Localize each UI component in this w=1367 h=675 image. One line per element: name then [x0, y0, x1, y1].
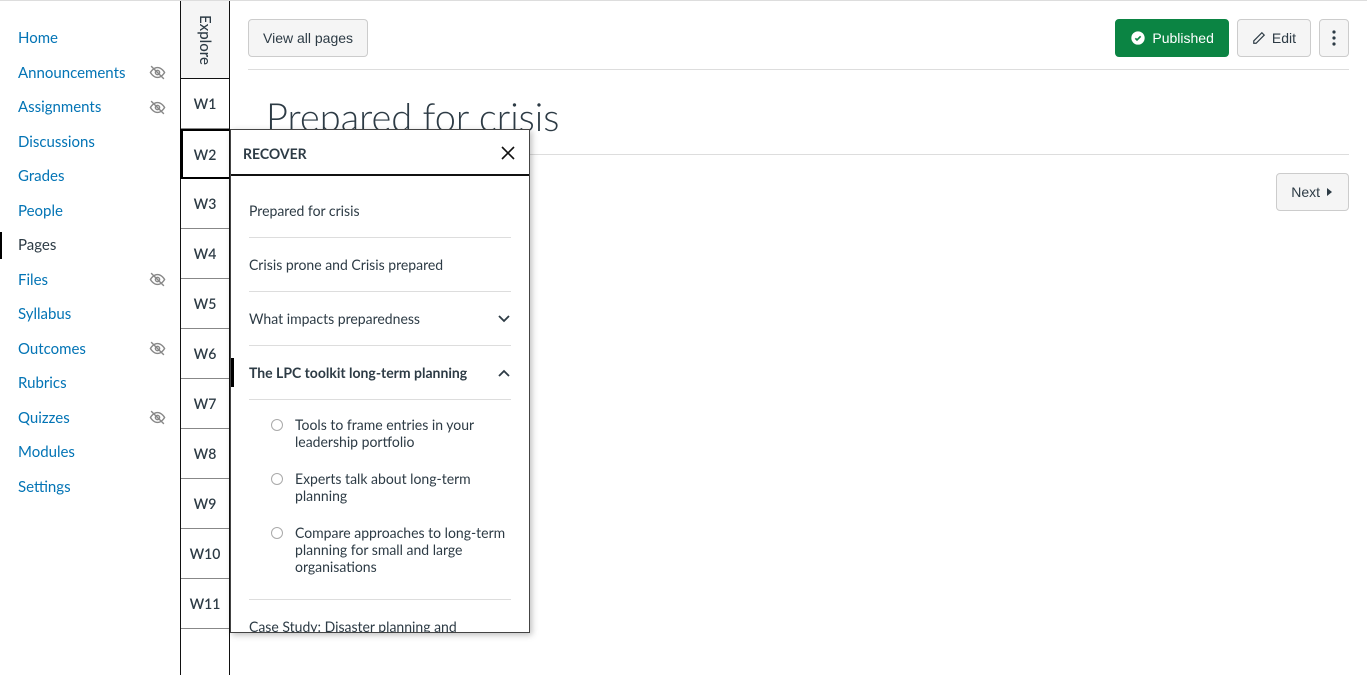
edit-button[interactable]: Edit: [1237, 19, 1311, 57]
radio-icon: [271, 419, 283, 431]
nav-discussions[interactable]: Discussions: [18, 125, 166, 160]
radio-icon: [271, 527, 283, 539]
nav-home[interactable]: Home: [18, 21, 166, 56]
next-label: Next: [1291, 184, 1320, 200]
week-w5[interactable]: W5: [181, 279, 229, 329]
close-icon: [501, 146, 515, 160]
nav-quizzes[interactable]: Quizzes: [18, 401, 149, 436]
dropdown-sub-tools[interactable]: Tools to frame entries in your leadershi…: [271, 406, 511, 460]
hidden-icon: [149, 64, 166, 81]
nav-pages[interactable]: Pages: [18, 228, 166, 263]
dropdown-header: RECOVER: [231, 130, 529, 176]
edit-label: Edit: [1272, 30, 1296, 46]
dropdown-item-label: What impacts preparedness: [249, 310, 420, 327]
dropdown-sub-compare[interactable]: Compare approaches to long-term planning…: [271, 514, 511, 585]
week-w11[interactable]: W11: [181, 579, 229, 629]
dropdown-sub-label: Experts talk about long-term planning: [295, 470, 511, 504]
chevron-right-icon: [1326, 187, 1334, 197]
radio-icon: [271, 473, 283, 485]
dropdown-sub-label: Compare approaches to long-term planning…: [295, 524, 511, 575]
week-w3[interactable]: W3: [181, 179, 229, 229]
week-w9[interactable]: W9: [181, 479, 229, 529]
dropdown-sub-label: Tools to frame entries in your leadershi…: [295, 416, 511, 450]
view-all-pages-button[interactable]: View all pages: [248, 19, 368, 57]
chevron-down-icon: [497, 312, 511, 326]
week-w4[interactable]: W4: [181, 229, 229, 279]
nav-grades[interactable]: Grades: [18, 159, 166, 194]
check-circle-icon: [1130, 30, 1146, 46]
nav-rubrics[interactable]: Rubrics: [18, 366, 166, 401]
hidden-icon: [149, 409, 166, 426]
week-w8[interactable]: W8: [181, 429, 229, 479]
next-button[interactable]: Next: [1276, 173, 1349, 211]
week-w1[interactable]: W1: [181, 79, 229, 129]
nav-people[interactable]: People: [18, 194, 166, 229]
chevron-up-icon: [497, 366, 511, 380]
dropdown-item-label: Prepared for crisis: [249, 202, 360, 219]
week-w2[interactable]: W2: [181, 129, 229, 179]
dropdown-item-label: Crisis prone and Crisis prepared: [249, 256, 443, 273]
module-dropdown-panel: RECOVER Prepared for crisis Crisis prone…: [230, 129, 530, 633]
nav-files[interactable]: Files: [18, 263, 149, 298]
week-w6[interactable]: W6: [181, 329, 229, 379]
dropdown-sub-experts[interactable]: Experts talk about long-term planning: [271, 460, 511, 514]
more-options-button[interactable]: [1319, 19, 1349, 57]
week-w10[interactable]: W10: [181, 529, 229, 579]
hidden-icon: [149, 340, 166, 357]
nav-syllabus[interactable]: Syllabus: [18, 297, 166, 332]
dropdown-item-impacts[interactable]: What impacts preparedness: [249, 292, 511, 346]
toolbar: View all pages Published Edit: [248, 19, 1349, 70]
pencil-icon: [1252, 31, 1266, 45]
week-w7[interactable]: W7: [181, 379, 229, 429]
weeks-rail: Explore W1 W2 W3 W4 W5 W6 W7 W8 W9 W10 W…: [180, 1, 230, 675]
kebab-icon: [1332, 30, 1336, 46]
close-button[interactable]: [499, 144, 517, 162]
course-nav: Home Announcements Assignments Discussio…: [0, 1, 180, 675]
hidden-icon: [149, 99, 166, 116]
nav-modules[interactable]: Modules: [18, 435, 166, 470]
nav-settings[interactable]: Settings: [18, 470, 166, 505]
published-button[interactable]: Published: [1115, 19, 1229, 57]
dropdown-item-lpc-toolkit[interactable]: The LPC toolkit long-term planning: [249, 346, 511, 400]
dropdown-item-case-study[interactable]: Case Study: Disaster planning and: [249, 600, 511, 632]
dropdown-title: RECOVER: [243, 145, 307, 162]
dropdown-item-label: Case Study: Disaster planning and: [249, 618, 457, 632]
nav-assignments[interactable]: Assignments: [18, 90, 149, 125]
dropdown-body: Prepared for crisis Crisis prone and Cri…: [231, 176, 529, 632]
weeks-explore-button[interactable]: Explore: [181, 1, 229, 79]
hidden-icon: [149, 271, 166, 288]
dropdown-item-prepared[interactable]: Prepared for crisis: [249, 184, 511, 238]
dropdown-item-label: The LPC toolkit long-term planning: [249, 364, 467, 381]
published-label: Published: [1152, 30, 1214, 46]
nav-announcements[interactable]: Announcements: [18, 56, 149, 91]
nav-outcomes[interactable]: Outcomes: [18, 332, 149, 367]
dropdown-item-crisis-prone[interactable]: Crisis prone and Crisis prepared: [249, 238, 511, 292]
dropdown-subsection: Tools to frame entries in your leadershi…: [249, 400, 511, 600]
